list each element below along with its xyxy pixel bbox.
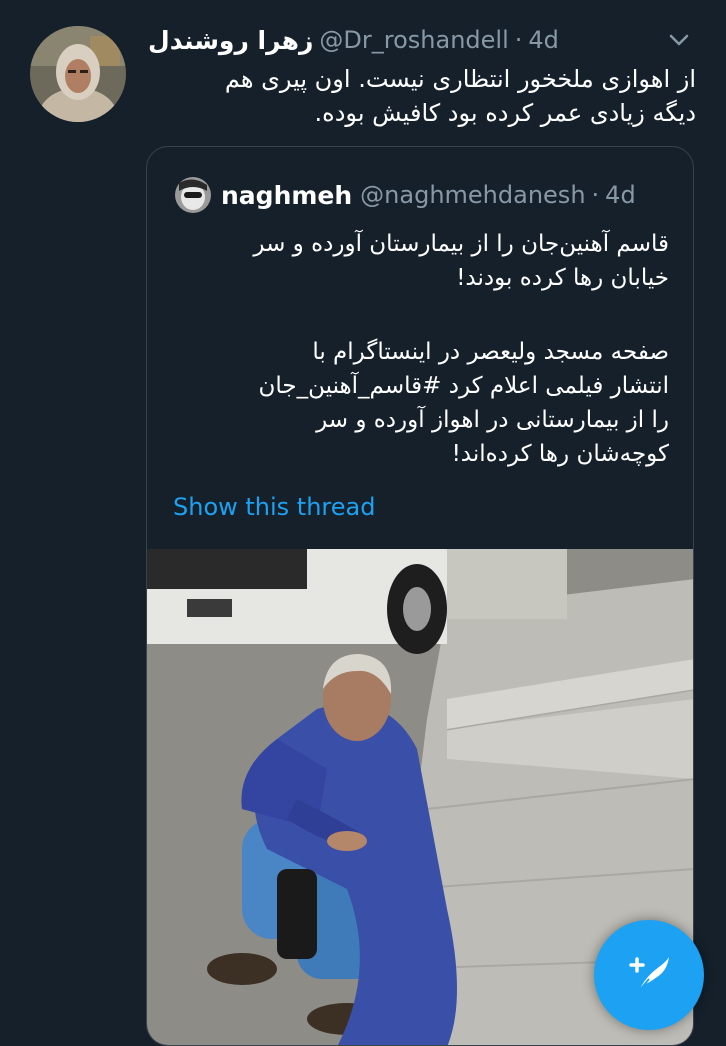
tweet-text: از اهوازی ملخخور انتظاری نیست. اون پیری … <box>148 62 696 130</box>
quoted-avatar[interactable] <box>175 177 211 213</box>
quoted-text-line: انتشار فیلمی اعلام کرد #قاسم_آهنین_جان <box>258 373 669 399</box>
separator: · <box>514 26 523 54</box>
display-name[interactable]: زهرا روشندل <box>148 26 313 55</box>
tweet-header: زهرا روشندل @Dr_roshandell · 4d <box>148 22 693 58</box>
quoted-timestamp[interactable]: 4d <box>605 181 636 209</box>
quoted-text-line: صفحه مسجد ولیعصر در اینستاگرام با <box>312 339 669 365</box>
quoted-header: naghmeh @naghmehdanesh · 4d <box>175 177 636 213</box>
quoted-tweet[interactable]: naghmeh @naghmehdanesh · 4d قاسم آهنین‌ج… <box>146 146 694 1046</box>
chevron-down-icon[interactable] <box>665 26 693 54</box>
tweet-text-line: از اهوازی ملخخور انتظاری نیست. اون پیری … <box>224 65 696 93</box>
quoted-user-handle[interactable]: @naghmehdanesh <box>360 181 585 209</box>
quoted-text: قاسم آهنین‌جان را از بیمارستان آورده و س… <box>173 227 669 471</box>
quoted-text-line: کوچه‌شان رها کرده‌اند! <box>451 441 669 467</box>
avatar[interactable] <box>30 26 126 122</box>
tweet-text-line: دیگه زیادی عمر کرده بود کافیش بوده. <box>314 99 696 127</box>
quoted-text-line: خیابان رها کرده بودند! <box>456 265 669 291</box>
quoted-text-line: را از بیمارستانی در اهواز آورده و سر <box>316 407 669 433</box>
compose-tweet-icon <box>623 947 675 1003</box>
show-thread-link[interactable]: Show this thread <box>173 493 375 521</box>
quoted-separator: · <box>591 181 600 209</box>
quoted-display-name[interactable]: naghmeh <box>221 181 352 210</box>
user-handle[interactable]: @Dr_roshandell <box>319 26 508 54</box>
compose-tweet-button[interactable] <box>594 920 704 1030</box>
quoted-text-line: قاسم آهنین‌جان را از بیمارستان آورده و س… <box>253 231 669 257</box>
timestamp[interactable]: 4d <box>528 26 559 54</box>
